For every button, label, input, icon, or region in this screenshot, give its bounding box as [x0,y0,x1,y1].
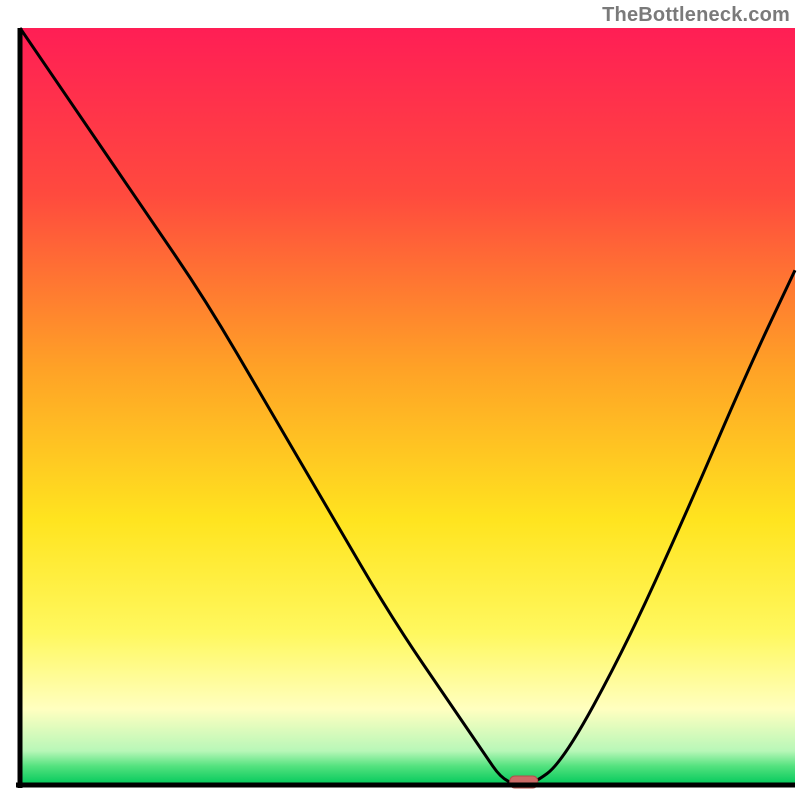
chart-container: { "watermark": "TheBottleneck.com", "cha… [0,0,800,800]
watermark-text: TheBottleneck.com [602,4,790,27]
bottleneck-chart [0,0,800,800]
gradient-background [20,28,795,785]
